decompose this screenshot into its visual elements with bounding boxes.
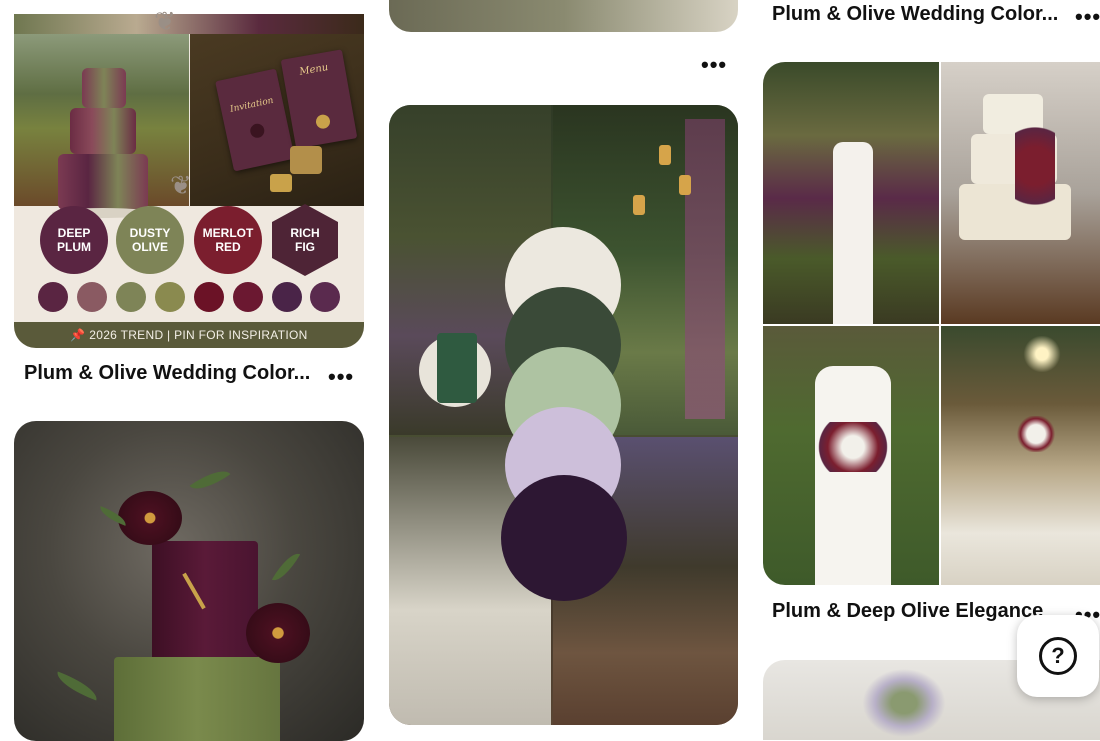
pin-title[interactable]: Plum & Olive Wedding Color...	[24, 362, 316, 385]
grape-icon: ❦	[154, 6, 176, 36]
swatch-merlot-red: MERLOT RED	[194, 206, 262, 274]
leaf	[271, 548, 301, 586]
wedding-cake-photo	[941, 62, 1100, 324]
invitation-card: Invitation	[215, 68, 295, 172]
leaf	[189, 462, 231, 498]
pin-top-partial[interactable]	[389, 0, 738, 32]
vineyard-photo	[14, 34, 189, 218]
small-swatch	[233, 282, 263, 312]
pin-plum-olive-cake[interactable]	[14, 421, 364, 741]
bride-bridesmaids-photo	[763, 326, 939, 585]
pin-plum-sage-collage[interactable]	[389, 105, 738, 725]
swatch-deep-plum: DEEP PLUM	[40, 206, 108, 274]
small-swatch	[38, 282, 68, 312]
small-swatch	[310, 282, 340, 312]
grape-icon: ❦	[170, 170, 192, 200]
peony-flower	[118, 491, 182, 545]
reception-hall-photo	[941, 326, 1100, 585]
palette-circle-eggplant	[501, 475, 627, 601]
swatch-dusty-olive: DUSTY OLIVE	[116, 206, 184, 274]
cake-top-tier	[152, 541, 258, 669]
pin-title[interactable]: Plum & Olive Wedding Color...	[772, 3, 1062, 26]
pin-banner: 📌 2026 TREND | PIN FOR INSPIRATION	[14, 322, 364, 348]
pin-title[interactable]: Plum & Deep Olive Elegance	[772, 600, 1062, 623]
pin-plum-olive-palette[interactable]: Invitation Menu ❦ ❦ DEEP PLUM DUSTY OLIVE …	[14, 6, 364, 348]
invitation-flatlay-photo: Invitation Menu	[190, 34, 364, 206]
swatch-rich-fig: RICH FIG	[272, 204, 338, 276]
small-swatch	[194, 282, 224, 312]
help-icon: ?	[1039, 637, 1077, 675]
more-options-button[interactable]: •••	[328, 366, 354, 388]
pin-top-strip	[14, 14, 364, 34]
help-button[interactable]: ?	[1017, 615, 1099, 697]
cake-bottom-tier	[114, 657, 280, 741]
wax-seal	[290, 146, 322, 174]
small-swatch	[155, 282, 185, 312]
plum-olive-cake	[52, 68, 154, 218]
more-options-button[interactable]: •••	[701, 54, 727, 76]
bridesmaids-photo	[763, 62, 939, 324]
pin-plum-deep-olive-elegance[interactable]	[763, 62, 1100, 585]
more-options-button[interactable]: •••	[1075, 6, 1100, 28]
small-swatch	[77, 282, 107, 312]
peony-flower	[246, 603, 310, 663]
small-swatch	[116, 282, 146, 312]
menu-card: Menu	[280, 49, 358, 149]
leaf	[52, 671, 102, 701]
small-swatch	[272, 282, 302, 312]
